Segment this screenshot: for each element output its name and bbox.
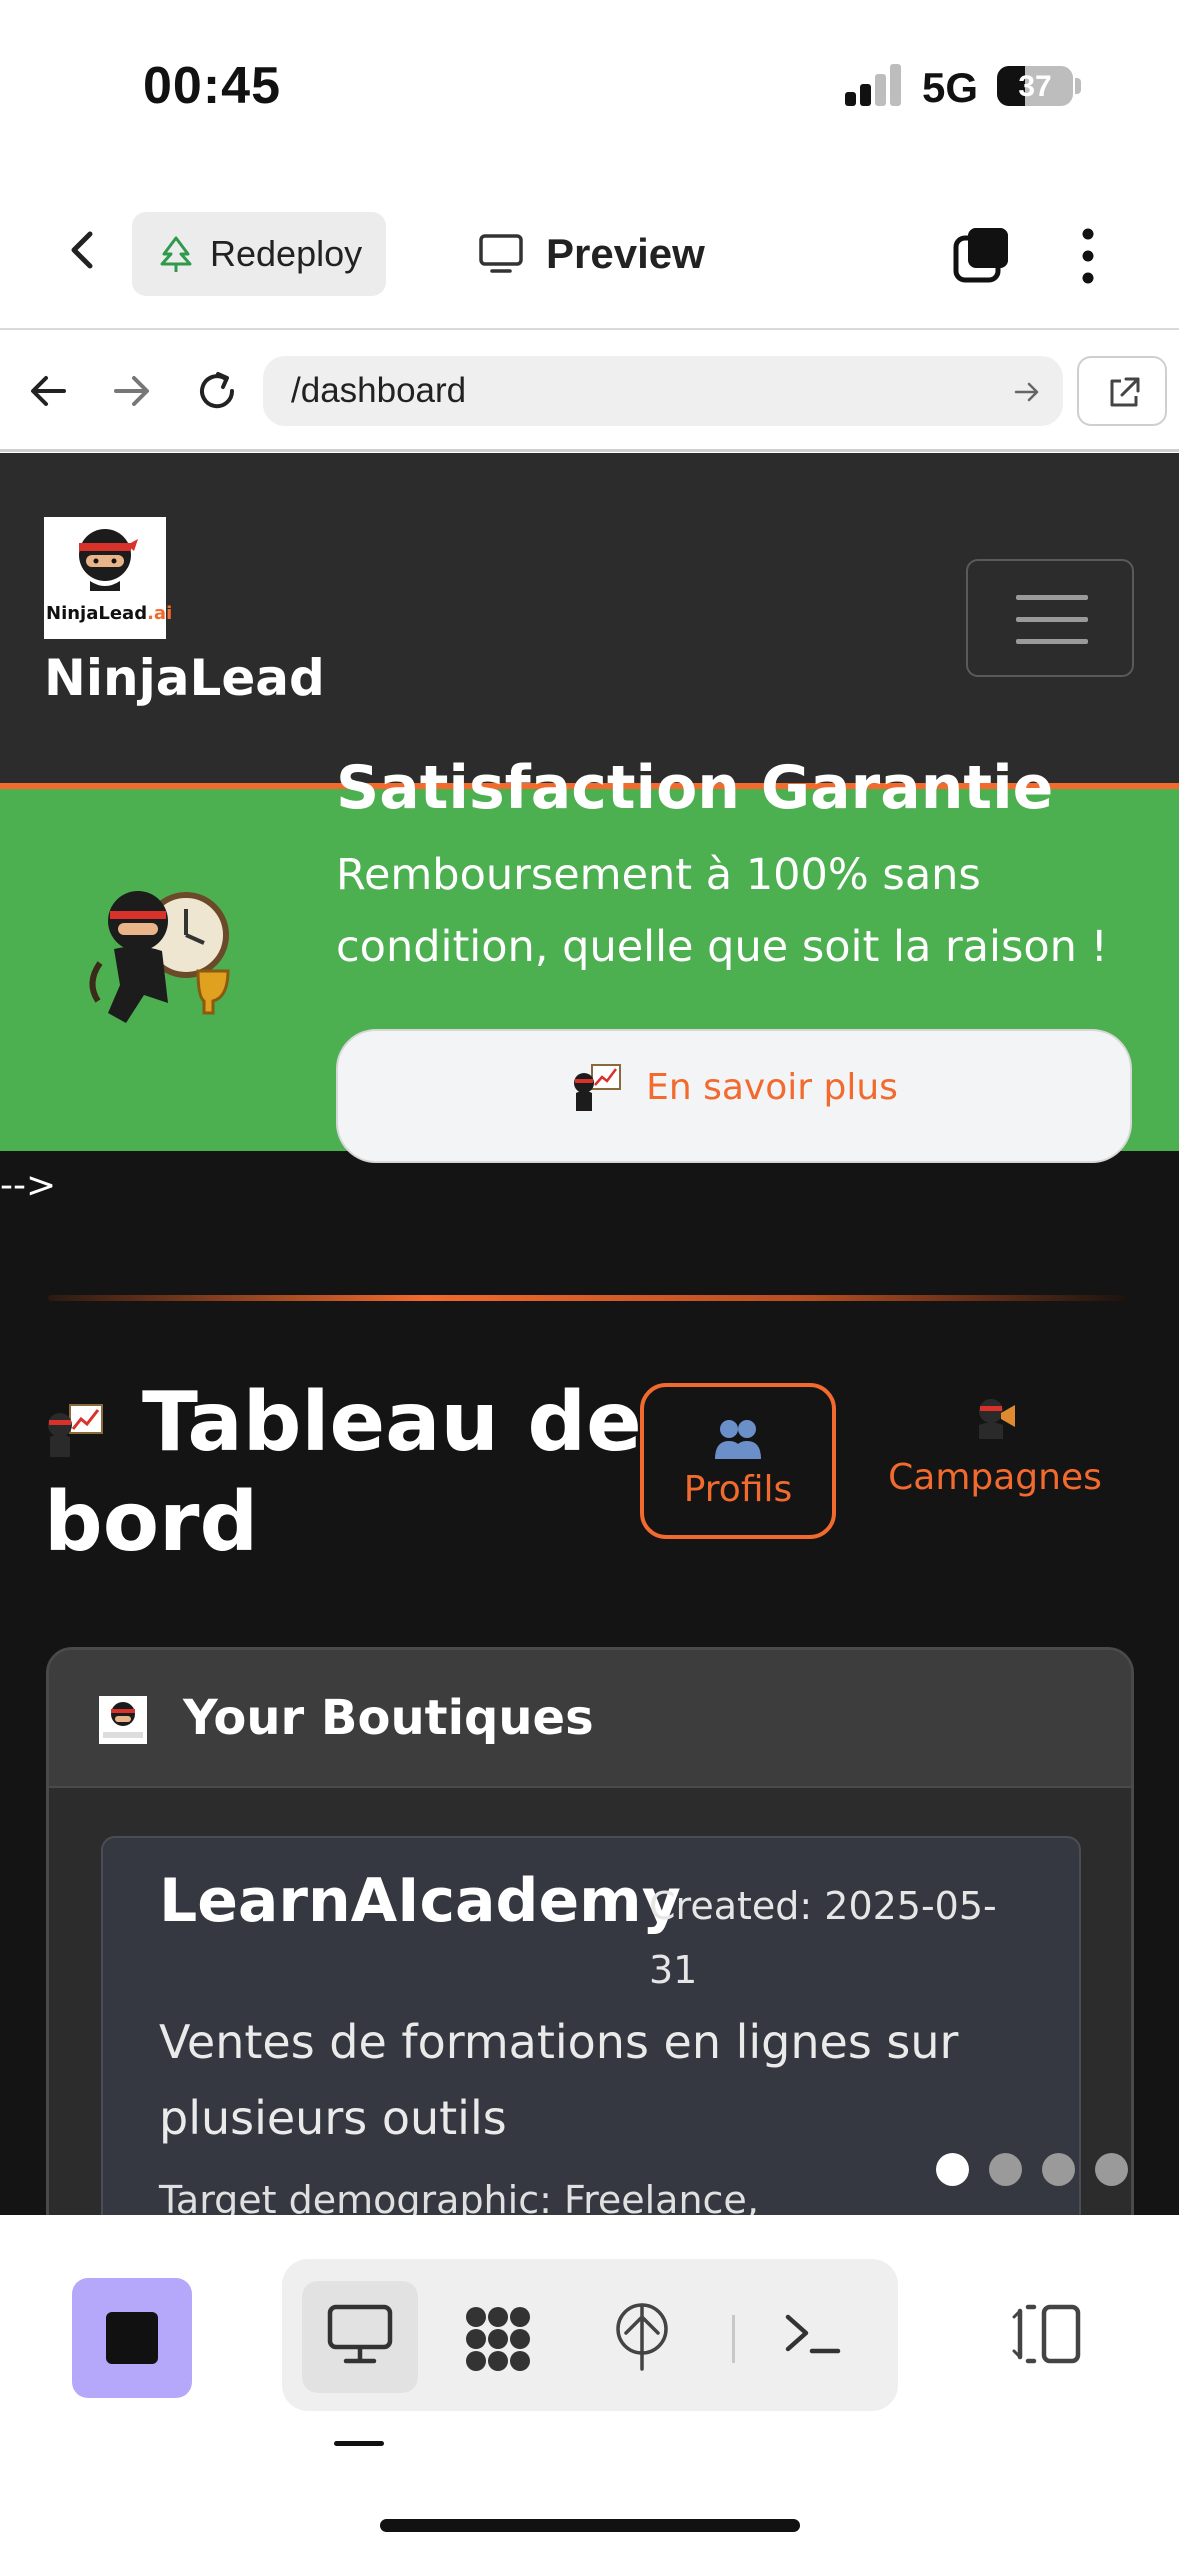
more-vertical-icon[interactable] bbox=[1074, 224, 1102, 288]
home-indicator[interactable] bbox=[380, 2519, 800, 2532]
carousel-dot[interactable] bbox=[989, 2153, 1022, 2186]
ninjalead-logo[interactable]: NinjaLead.ai bbox=[44, 517, 172, 639]
ninja-clock-trophy-icon bbox=[89, 891, 230, 1023]
boutiques-card: Your Boutiques LearnAIcademy Created: 20… bbox=[46, 1647, 1134, 2215]
battery-icon: 37 bbox=[997, 66, 1073, 106]
boutique-name: LearnAIcademy bbox=[159, 1866, 681, 1936]
boutiques-card-title: Your Boutiques bbox=[183, 1690, 594, 1746]
learn-more-button[interactable]: En savoir plus bbox=[336, 1029, 1132, 1163]
learn-more-content: En savoir plus bbox=[338, 1061, 1130, 1113]
battery-percent: 37 bbox=[1018, 70, 1052, 103]
side-panel-icon[interactable] bbox=[1010, 2303, 1082, 2365]
deploy-icon[interactable] bbox=[612, 2303, 672, 2373]
network-icon[interactable] bbox=[462, 2303, 534, 2375]
boutique-description: Ventes de formations en lignes sur plusi… bbox=[159, 2015, 959, 2145]
redeploy-button[interactable]: Redeploy bbox=[132, 212, 386, 296]
carousel-dots bbox=[936, 2153, 1128, 2186]
open-external-button[interactable] bbox=[1077, 356, 1167, 426]
toolbar-separator bbox=[732, 2315, 735, 2363]
site-navbar: NinjaLead.ai NinjaLead bbox=[0, 453, 1179, 785]
active-tab-indicator bbox=[334, 2441, 384, 2446]
preview-label: Preview bbox=[546, 230, 705, 277]
ninjalead-mini-logo bbox=[99, 1696, 147, 1744]
terminal-icon[interactable] bbox=[782, 2303, 842, 2363]
arrow-right-icon[interactable] bbox=[108, 368, 154, 414]
stop-icon bbox=[106, 2312, 158, 2364]
promo-title: Satisfaction Garantie bbox=[336, 753, 1054, 823]
stop-button[interactable] bbox=[72, 2278, 192, 2398]
redeploy-label: Redeploy bbox=[210, 233, 363, 274]
ninja-chart-icon bbox=[574, 1064, 622, 1111]
carousel-dot[interactable] bbox=[1095, 2153, 1128, 2186]
people-icon bbox=[644, 1417, 832, 1461]
battery-tip bbox=[1075, 78, 1081, 94]
network-type: 5G bbox=[922, 64, 979, 111]
site-brand[interactable]: NinjaLead bbox=[44, 649, 325, 707]
campagnes-button[interactable]: Campagnes bbox=[880, 1393, 1110, 1533]
logo-wordmark-main: NinjaLead bbox=[46, 603, 148, 624]
profils-label: Profils bbox=[683, 1469, 793, 1510]
bottom-toolbar bbox=[0, 2215, 1179, 2556]
learn-more-label: En savoir plus bbox=[646, 1066, 898, 1108]
logo-wordmark-suffix: .ai bbox=[147, 603, 173, 624]
page-title: Tableau de bord bbox=[44, 1375, 642, 1570]
preview-tab[interactable]: Preview bbox=[478, 222, 705, 286]
campagnes-label: Campagnes bbox=[888, 1457, 1102, 1498]
section-divider bbox=[48, 1295, 1126, 1301]
logo-wordmark: NinjaLead.ai bbox=[46, 603, 172, 624]
hamburger-menu-button[interactable] bbox=[966, 559, 1134, 677]
url-field[interactable]: /dashboard bbox=[263, 356, 1063, 426]
tabs-icon[interactable] bbox=[952, 224, 1012, 284]
signal-icon bbox=[845, 64, 901, 106]
tool-switcher bbox=[282, 2259, 898, 2411]
html-comment-residue: --> bbox=[0, 1165, 57, 1206]
ninja-mascot-icon bbox=[79, 529, 138, 591]
boutique-created-date: Created: 2025-05-31 bbox=[649, 1884, 997, 1992]
url-text: /dashboard bbox=[291, 371, 467, 410]
profils-button[interactable]: Profils bbox=[640, 1383, 836, 1539]
ninja-megaphone-icon bbox=[880, 1393, 1110, 1453]
boutique-target: Target demographic: Freelance, bbox=[159, 2178, 759, 2215]
external-link-icon bbox=[1110, 377, 1140, 407]
boutiques-card-header: Your Boutiques bbox=[49, 1650, 1131, 1788]
reload-icon[interactable] bbox=[194, 368, 240, 414]
app-header: Redeploy Preview bbox=[0, 170, 1179, 330]
status-bar: 00:45 5G 37 bbox=[0, 0, 1179, 170]
boutique-item[interactable]: LearnAIcademy Created: 2025-05-31 Ventes… bbox=[101, 1836, 1081, 2215]
promo-text: Remboursement à 100% sans condition, que… bbox=[336, 850, 1108, 972]
chevron-left-icon[interactable] bbox=[62, 228, 106, 272]
monitor-icon[interactable] bbox=[326, 2303, 394, 2367]
arrow-left-icon[interactable] bbox=[26, 368, 72, 414]
carousel-dot[interactable] bbox=[936, 2153, 969, 2186]
monitor-icon bbox=[479, 234, 523, 273]
go-arrow-icon[interactable] bbox=[1013, 378, 1041, 406]
tree-icon bbox=[160, 236, 192, 272]
status-time: 00:45 bbox=[143, 57, 281, 115]
browser-toolbar: /dashboard bbox=[0, 332, 1179, 452]
carousel-dot[interactable] bbox=[1042, 2153, 1075, 2186]
webpage: NinjaLead.ai NinjaLead Satisfaction Gara… bbox=[0, 453, 1179, 2215]
